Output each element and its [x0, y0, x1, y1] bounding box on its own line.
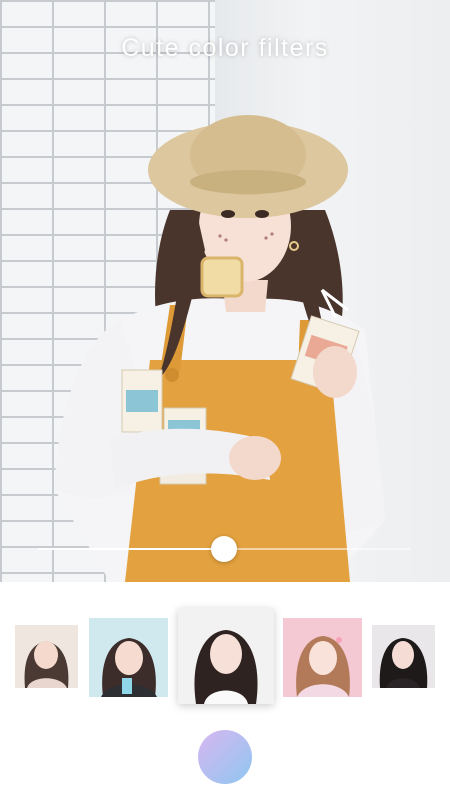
- slider-fill: [38, 548, 224, 550]
- filter-thumb-5[interactable]: [372, 625, 435, 688]
- filter-thumb-2[interactable]: [89, 618, 168, 697]
- filter-thumb-3[interactable]: [178, 608, 274, 704]
- filter-thumb-1[interactable]: [15, 625, 78, 688]
- slider-thumb[interactable]: [211, 536, 237, 562]
- preview-photo: Cute color filters: [0, 0, 450, 582]
- model-illustration: [55, 115, 385, 582]
- intensity-slider[interactable]: [38, 536, 410, 562]
- filter-thumb-4[interactable]: [283, 618, 362, 697]
- headline-text: Cute color filters: [121, 34, 329, 62]
- filter-strip: [0, 582, 450, 722]
- capture-button[interactable]: [198, 730, 252, 784]
